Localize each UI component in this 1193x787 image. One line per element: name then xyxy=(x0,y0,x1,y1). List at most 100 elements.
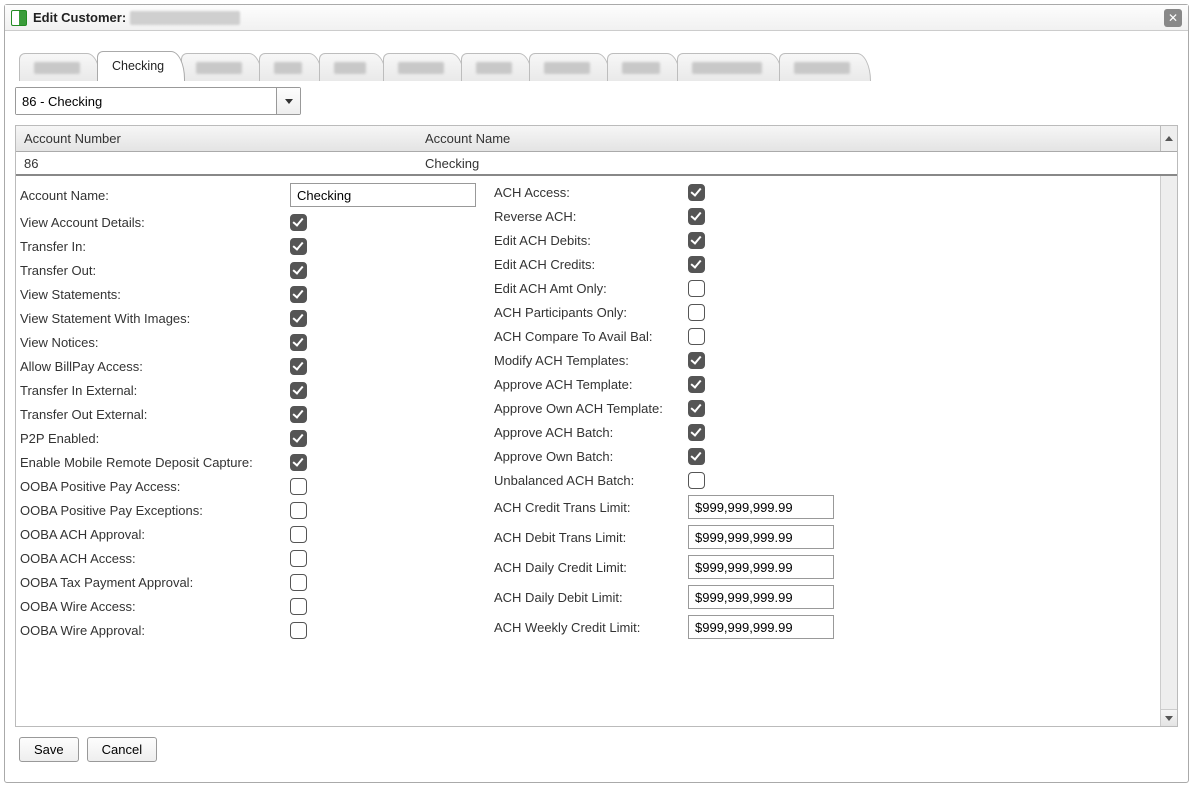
field-checkbox[interactable] xyxy=(290,430,307,447)
client-area: Checking Account Number Account Name xyxy=(5,31,1188,782)
field-label: Approve ACH Batch: xyxy=(494,425,688,440)
field-label: OOBA Positive Pay Access: xyxy=(20,479,290,494)
field-checkbox[interactable] xyxy=(290,526,307,543)
tab-blurred-10[interactable] xyxy=(779,53,871,81)
chevron-down-icon[interactable] xyxy=(276,88,300,114)
field-label: Transfer Out: xyxy=(20,263,290,278)
field-checkbox[interactable] xyxy=(688,328,705,345)
field-label: OOBA ACH Access: xyxy=(20,551,290,566)
field-label: Allow BillPay Access: xyxy=(20,359,290,374)
tab-blurred-3[interactable] xyxy=(259,53,323,81)
field-label: View Account Details: xyxy=(20,215,290,230)
field-label: Unbalanced ACH Batch: xyxy=(494,473,688,488)
field-checkbox[interactable] xyxy=(290,382,307,399)
field-checkbox[interactable] xyxy=(290,262,307,279)
field-checkbox[interactable] xyxy=(688,352,705,369)
table-row[interactable]: 86 Checking xyxy=(16,152,1177,176)
field-label: P2P Enabled: xyxy=(20,431,290,446)
field-checkbox[interactable] xyxy=(290,502,307,519)
field-label: Approve Own Batch: xyxy=(494,449,688,464)
cancel-button[interactable]: Cancel xyxy=(87,737,157,762)
tab-blurred-7[interactable] xyxy=(529,53,611,81)
field-checkbox[interactable] xyxy=(290,550,307,567)
field-checkbox[interactable] xyxy=(688,208,705,225)
cell-account-number: 86 xyxy=(16,156,421,171)
field-label: Transfer In External: xyxy=(20,383,290,398)
field-input[interactable] xyxy=(688,495,834,519)
field-checkbox[interactable] xyxy=(688,400,705,417)
field-label: ACH Debit Trans Limit: xyxy=(494,530,688,545)
field-checkbox[interactable] xyxy=(290,478,307,495)
field-checkbox[interactable] xyxy=(688,280,705,297)
field-label: ACH Credit Trans Limit: xyxy=(494,500,688,515)
field-label: OOBA Wire Access: xyxy=(20,599,290,614)
window-title: Edit Customer: xyxy=(33,10,126,25)
grid-header: Account Number Account Name xyxy=(16,126,1177,152)
tab-blurred-6[interactable] xyxy=(461,53,533,81)
field-checkbox[interactable] xyxy=(688,184,705,201)
field-label: Reverse ACH: xyxy=(494,209,688,224)
field-checkbox[interactable] xyxy=(688,304,705,321)
field-checkbox[interactable] xyxy=(290,286,307,303)
account-name-label: Account Name: xyxy=(20,188,290,203)
field-checkbox[interactable] xyxy=(290,406,307,423)
vertical-scrollbar[interactable] xyxy=(1160,176,1177,726)
scroll-up-icon[interactable] xyxy=(1160,126,1177,151)
field-label: ACH Compare To Avail Bal: xyxy=(494,329,688,344)
field-checkbox[interactable] xyxy=(688,256,705,273)
tab-blurred-8[interactable] xyxy=(607,53,681,81)
field-checkbox[interactable] xyxy=(290,598,307,615)
titlebar: Edit Customer: ✕ xyxy=(5,5,1188,31)
edit-customer-window: Edit Customer: ✕ Checking Account xyxy=(4,4,1189,783)
field-input[interactable] xyxy=(688,585,834,609)
field-checkbox[interactable] xyxy=(688,376,705,393)
field-checkbox[interactable] xyxy=(688,424,705,441)
field-checkbox[interactable] xyxy=(290,574,307,591)
col-account-name[interactable]: Account Name xyxy=(421,131,1160,146)
field-checkbox[interactable] xyxy=(290,310,307,327)
tab-strip: Checking xyxy=(15,47,1178,81)
field-label: View Statements: xyxy=(20,287,290,302)
tab-blurred-1[interactable] xyxy=(19,53,101,81)
tab-blurred-9[interactable] xyxy=(677,53,783,81)
account-select[interactable] xyxy=(15,87,301,115)
field-checkbox[interactable] xyxy=(688,472,705,489)
button-bar: Save Cancel xyxy=(15,727,1178,772)
tab-blurred-4[interactable] xyxy=(319,53,387,81)
tab-checking[interactable]: Checking xyxy=(97,51,185,81)
field-label: View Notices: xyxy=(20,335,290,350)
field-checkbox[interactable] xyxy=(290,358,307,375)
close-icon[interactable]: ✕ xyxy=(1164,9,1182,27)
field-label: ACH Access: xyxy=(494,185,688,200)
field-label: View Statement With Images: xyxy=(20,311,290,326)
account-name-input[interactable] xyxy=(290,183,476,207)
field-checkbox[interactable] xyxy=(290,238,307,255)
field-label: Approve Own ACH Template: xyxy=(494,401,688,416)
field-checkbox[interactable] xyxy=(688,232,705,249)
field-label: Enable Mobile Remote Deposit Capture: xyxy=(20,455,290,470)
field-input[interactable] xyxy=(688,525,834,549)
field-label: Transfer In: xyxy=(20,239,290,254)
field-checkbox[interactable] xyxy=(290,214,307,231)
field-label: ACH Daily Credit Limit: xyxy=(494,560,688,575)
tab-blurred-2[interactable] xyxy=(181,53,263,81)
account-select-input[interactable] xyxy=(16,88,276,114)
field-input[interactable] xyxy=(688,615,834,639)
field-label: Approve ACH Template: xyxy=(494,377,688,392)
field-input[interactable] xyxy=(688,555,834,579)
scroll-down-icon[interactable] xyxy=(1161,709,1177,726)
field-label: ACH Participants Only: xyxy=(494,305,688,320)
account-grid: Account Number Account Name 86 Checking … xyxy=(15,125,1178,727)
field-label: Edit ACH Amt Only: xyxy=(494,281,688,296)
field-checkbox[interactable] xyxy=(688,448,705,465)
field-checkbox[interactable] xyxy=(290,622,307,639)
col-account-number[interactable]: Account Number xyxy=(16,131,421,146)
field-label: ACH Daily Debit Limit: xyxy=(494,590,688,605)
field-checkbox[interactable] xyxy=(290,334,307,351)
save-button[interactable]: Save xyxy=(19,737,79,762)
field-label: ACH Weekly Credit Limit: xyxy=(494,620,688,635)
field-checkbox[interactable] xyxy=(290,454,307,471)
tab-blurred-5[interactable] xyxy=(383,53,465,81)
field-label: OOBA Tax Payment Approval: xyxy=(20,575,290,590)
field-label: OOBA ACH Approval: xyxy=(20,527,290,542)
